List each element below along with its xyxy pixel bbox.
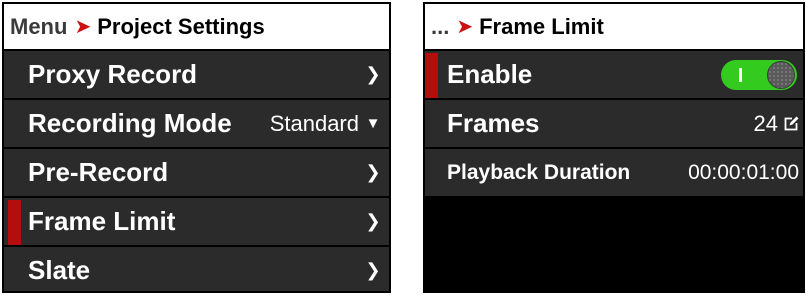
- page-title: Frame Limit: [479, 13, 604, 39]
- page-title: Project Settings: [97, 13, 265, 39]
- panel-header: ... ➤ Frame Limit: [425, 4, 803, 49]
- enable-row[interactable]: Enable: [425, 51, 803, 98]
- enable-label: Enable: [447, 59, 533, 89]
- playback-duration-label: Playback Duration: [447, 160, 631, 184]
- toggle-knob: [767, 60, 795, 89]
- edit-icon[interactable]: [783, 116, 799, 132]
- breadcrumb-back[interactable]: ...: [431, 14, 449, 40]
- project-settings-panel: Menu ➤ Project Settings Proxy Record ❯ R…: [2, 2, 391, 293]
- chevron-right-icon: ❯: [365, 162, 381, 182]
- recording-mode-value: Standard: [269, 110, 359, 136]
- chevron-right-icon: ❯: [365, 211, 381, 231]
- menu-item-label: Slate: [28, 255, 91, 285]
- menu-item-pre-record[interactable]: Pre-Record ❯: [4, 149, 389, 196]
- playback-duration-value: 00:00:01:00: [688, 160, 799, 184]
- frames-value: 24: [753, 110, 778, 136]
- breadcrumb-menu[interactable]: Menu: [10, 14, 67, 40]
- toggle-on-indicator: [739, 67, 742, 82]
- menu-item-label: Recording Mode: [28, 108, 232, 138]
- chevron-down-icon: ▼: [365, 115, 381, 132]
- frames-label: Frames: [447, 108, 540, 138]
- menu-item-proxy-record[interactable]: Proxy Record ❯: [4, 51, 389, 98]
- menu-item-frame-limit[interactable]: Frame Limit ❯: [4, 198, 389, 245]
- chevron-right-icon: ❯: [365, 64, 381, 84]
- chevron-right-icon: ➤: [74, 15, 92, 38]
- chevron-right-icon: ❯: [365, 260, 381, 280]
- selection-marker: [8, 200, 21, 245]
- frame-limit-panel: ... ➤ Frame Limit Enable Frames 24 Playb…: [423, 2, 805, 293]
- menu-item-label: Proxy Record: [28, 59, 198, 89]
- menu-item-slate[interactable]: Slate ❯: [4, 247, 389, 291]
- menu-item-recording-mode[interactable]: Recording Mode Standard ▼: [4, 100, 389, 147]
- chevron-right-icon: ➤: [456, 15, 474, 38]
- menu-item-label: Frame Limit: [28, 206, 176, 236]
- playback-duration-row: Playback Duration 00:00:01:00: [425, 149, 803, 196]
- menu-item-label: Pre-Record: [28, 157, 169, 187]
- selection-marker: [425, 53, 438, 98]
- panel-header: Menu ➤ Project Settings: [4, 4, 389, 49]
- enable-toggle[interactable]: [721, 59, 797, 90]
- frames-row[interactable]: Frames 24: [425, 100, 803, 147]
